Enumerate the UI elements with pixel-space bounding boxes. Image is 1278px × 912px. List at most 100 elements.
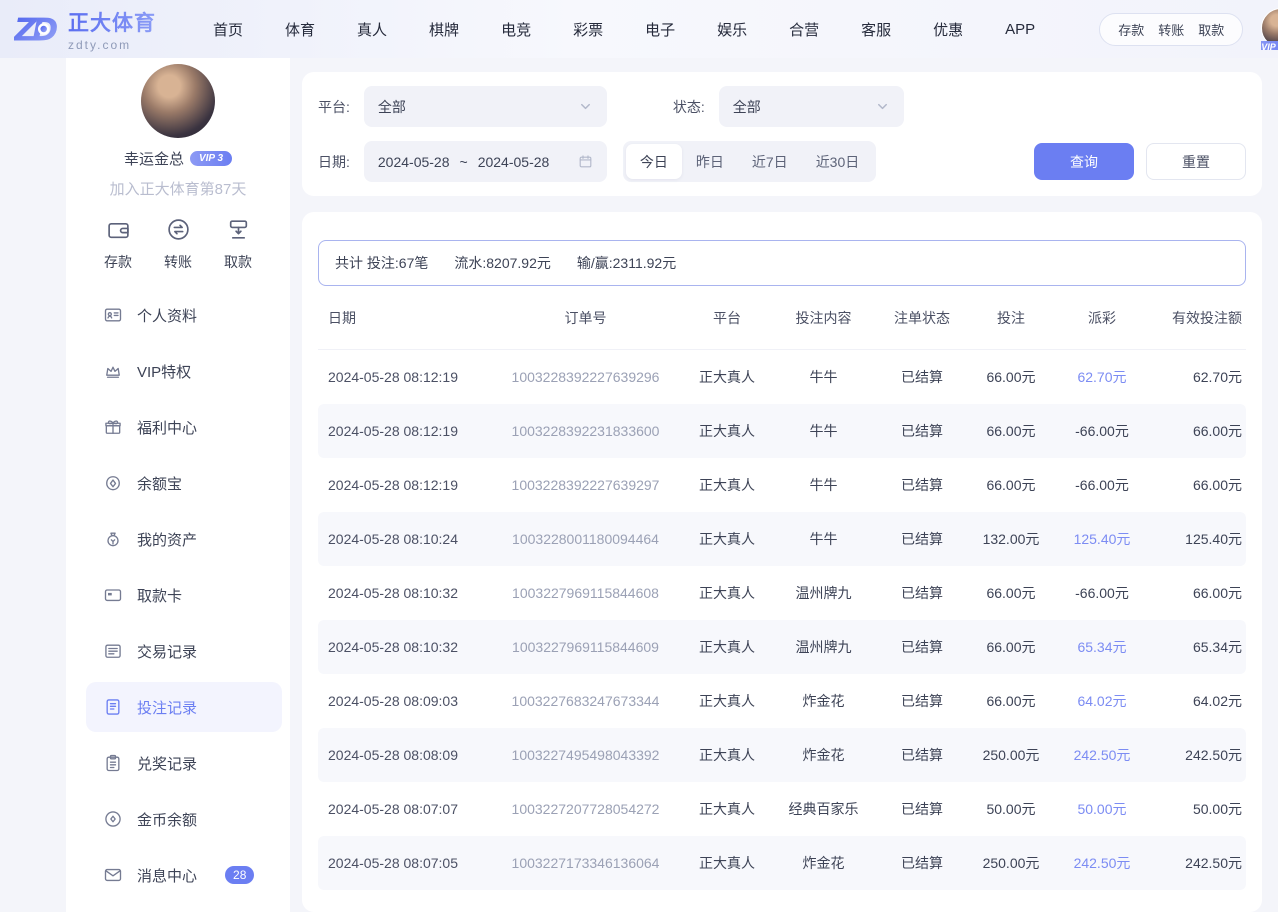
cell-bet-amount: 132.00元 xyxy=(968,529,1054,549)
cell-platform: 正大真人 xyxy=(683,583,771,603)
date-range-input[interactable]: 2024-05-28 ~ 2024-05-28 xyxy=(364,141,607,182)
gem-icon xyxy=(103,473,123,493)
nav-lottery[interactable]: 彩票 xyxy=(573,19,603,40)
wallet-pill-transfer[interactable]: 转账 xyxy=(1158,20,1184,39)
cell-status: 已结算 xyxy=(876,853,968,873)
cell-payout: 125.40元 xyxy=(1054,529,1150,549)
brand-logo[interactable]: ZD 正大体育 zdty.com xyxy=(14,7,189,52)
nav-service[interactable]: 客服 xyxy=(861,19,891,40)
nav-joint[interactable]: 合营 xyxy=(789,19,819,40)
nav-slots[interactable]: 电子 xyxy=(645,19,675,40)
date-to: 2024-05-28 xyxy=(478,154,550,170)
cell-bet-amount: 66.00元 xyxy=(968,421,1054,441)
cell-payout: 65.34元 xyxy=(1054,637,1150,657)
cell-bet-content: 炸金花 xyxy=(771,691,876,711)
quick-action-withdraw[interactable]: 取款 xyxy=(224,217,252,272)
cell-payout: 242.50元 xyxy=(1054,745,1150,765)
cell-valid-amount: 242.50元 xyxy=(1150,745,1246,765)
brand-name: 正大体育 xyxy=(68,7,156,37)
cell-bet-amount: 66.00元 xyxy=(968,583,1054,603)
svg-text:ZD: ZD xyxy=(14,12,57,48)
sidebar-item-message-center[interactable]: 消息中心28 xyxy=(86,850,282,900)
cell-valid-amount: 66.00元 xyxy=(1150,583,1246,603)
platform-label: 平台: xyxy=(318,97,350,117)
nav-board[interactable]: 棋牌 xyxy=(429,19,459,40)
status-select[interactable]: 全部 xyxy=(719,86,904,127)
cell-bet-content: 温州牌九 xyxy=(771,637,876,657)
cell-platform: 正大真人 xyxy=(683,475,771,495)
platform-value: 全部 xyxy=(378,97,406,117)
cell-valid-amount: 65.34元 xyxy=(1150,637,1246,657)
sidebar-item-label: 金币余额 xyxy=(137,809,197,830)
sidebar-item-bet-records[interactable]: 投注记录 xyxy=(86,682,282,732)
sidebar-item-feedback[interactable]: 意见反馈 xyxy=(86,906,282,912)
sidebar-item-personal-info[interactable]: 个人资料 xyxy=(86,290,282,340)
table-row: 2024-05-28 08:08:091003227495498043392正大… xyxy=(318,728,1246,782)
cell-order-number: 1003228392231833600 xyxy=(488,423,683,439)
transfer-icon xyxy=(166,217,191,247)
quick-date-0[interactable]: 今日 xyxy=(626,144,682,179)
cell-status: 已结算 xyxy=(876,583,968,603)
side-menu: 个人资料 VIP特权福利中心余额宝我的资产取款卡交易记录投注记录兑奖记录金币余额消… xyxy=(66,290,290,912)
cell-platform: 正大真人 xyxy=(683,745,771,765)
cell-bet-amount: 66.00元 xyxy=(968,475,1054,495)
cell-status: 已结算 xyxy=(876,745,968,765)
cell-valid-amount: 62.70元 xyxy=(1150,367,1246,387)
search-button[interactable]: 查询 xyxy=(1034,143,1134,180)
date-range-text: 2024-05-28 ~ 2024-05-28 xyxy=(378,154,549,170)
cell-bet-amount: 250.00元 xyxy=(968,853,1054,873)
sidebar-item-welfare-center[interactable]: 福利中心 xyxy=(86,402,282,452)
sidebar-item-vip-privilege[interactable]: VIP特权 xyxy=(86,346,282,396)
nav-live[interactable]: 真人 xyxy=(357,19,387,40)
quick-action-deposit[interactable]: 存款 xyxy=(104,217,132,272)
quick-date-3[interactable]: 近30日 xyxy=(802,144,874,179)
sidebar-item-yuebao[interactable]: 余额宝 xyxy=(86,458,282,508)
user-avatar-wrap: VIP 3 xyxy=(1261,8,1278,50)
cell-payout: -66.00元 xyxy=(1054,583,1150,603)
mail-icon xyxy=(103,865,123,885)
nav-entertainment[interactable]: 娱乐 xyxy=(717,19,747,40)
cell-date: 2024-05-28 08:10:24 xyxy=(318,531,488,547)
cell-platform: 正大真人 xyxy=(683,529,771,549)
chevron-down-icon xyxy=(578,99,593,114)
cell-status: 已结算 xyxy=(876,421,968,441)
sidebar-item-label: VIP特权 xyxy=(137,361,191,382)
sidebar-item-coin-balance[interactable]: 金币余额 xyxy=(86,794,282,844)
nav-esports[interactable]: 电竞 xyxy=(501,19,531,40)
table-row: 2024-05-28 08:12:191003228392227639297正大… xyxy=(318,458,1246,512)
wallet-icon xyxy=(106,217,131,247)
cell-date: 2024-05-28 08:07:07 xyxy=(318,801,488,817)
cell-bet-content: 牛牛 xyxy=(771,529,876,549)
nav-app[interactable]: APP xyxy=(1005,21,1035,38)
nav-promo[interactable]: 优惠 xyxy=(933,19,963,40)
sidebar-item-label: 交易记录 xyxy=(137,641,197,662)
sidebar-item-my-assets[interactable]: 我的资产 xyxy=(86,514,282,564)
wallet-pill-withdraw[interactable]: 取款 xyxy=(1198,20,1224,39)
reset-button[interactable]: 重置 xyxy=(1146,143,1246,180)
table-row: 2024-05-28 08:12:191003228392227639296正大… xyxy=(318,350,1246,404)
wallet-pill: 存款转账取款 xyxy=(1099,13,1243,46)
cell-platform: 正大真人 xyxy=(683,367,771,387)
cell-platform: 正大真人 xyxy=(683,691,771,711)
platform-select[interactable]: 全部 xyxy=(364,86,607,127)
cell-status: 已结算 xyxy=(876,799,968,819)
sidebar-item-label: 个人资料 xyxy=(137,305,197,326)
brand-text: 正大体育 zdty.com xyxy=(68,7,156,52)
nav-sports[interactable]: 体育 xyxy=(285,19,315,40)
sidebar-item-withdraw-card[interactable]: 取款卡 xyxy=(86,570,282,620)
cell-bet-content: 经典百家乐 xyxy=(771,799,876,819)
wallet-pill-deposit[interactable]: 存款 xyxy=(1118,20,1144,39)
nav-home[interactable]: 首页 xyxy=(213,19,243,40)
quick-date-2[interactable]: 近7日 xyxy=(738,144,802,179)
cell-payout: 242.50元 xyxy=(1054,853,1150,873)
table-row: 2024-05-28 08:10:241003228001180094464正大… xyxy=(318,512,1246,566)
sidebar-item-prize-records[interactable]: 兑奖记录 xyxy=(86,738,282,788)
cell-date: 2024-05-28 08:07:05 xyxy=(318,855,488,871)
date-label: 日期: xyxy=(318,152,350,172)
user-block[interactable]: VIP 3 幸运金总总资 永久域名: zdty.co xyxy=(1261,8,1278,50)
quick-date-1[interactable]: 昨日 xyxy=(682,144,738,179)
sidebar-item-transaction-records[interactable]: 交易记录 xyxy=(86,626,282,676)
column-header: 注单状态 xyxy=(876,308,968,328)
cell-bet-content: 炸金花 xyxy=(771,745,876,765)
quick-action-transfer[interactable]: 转账 xyxy=(164,217,192,272)
